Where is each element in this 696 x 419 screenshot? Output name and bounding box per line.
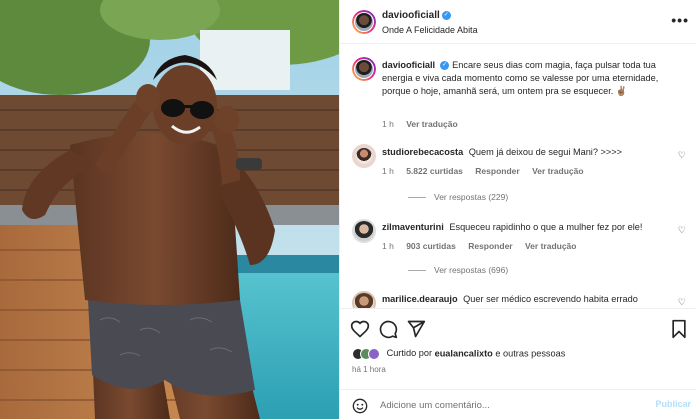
commenter-avatar[interactable] (352, 144, 376, 168)
replies-divider-line (408, 197, 426, 199)
comment-time: 1 h (382, 166, 394, 176)
add-comment-bar: Publicar (340, 389, 696, 419)
commenter-avatar[interactable] (352, 291, 376, 308)
like-comment-heart-icon[interactable]: ♡ (678, 225, 686, 236)
comment-row: marilice.dearaujo Quer ser médico escrev… (352, 291, 690, 308)
comment-translate-link[interactable]: Ver tradução (525, 241, 577, 251)
comment-username[interactable]: marilice.dearaujo (382, 294, 458, 304)
comment-row: zilmaventurini Esqueceu rapidinho o que … (352, 219, 690, 279)
author-name-row: daviooficiall ✓ (382, 10, 451, 21)
post-photo[interactable] (0, 0, 339, 419)
comment-text-block: studiorebecacosta Quem já deixou de segu… (382, 146, 672, 159)
author-username[interactable]: daviooficiall (382, 10, 440, 21)
reply-button[interactable]: Responder (468, 241, 512, 251)
post-actions-bar (340, 308, 696, 348)
author-avatar-small[interactable] (352, 57, 376, 81)
post-side-panel: daviooficiall ✓ Onde A Felicidade Abita •… (339, 0, 696, 419)
like-comment-heart-icon[interactable]: ♡ (678, 150, 686, 161)
caption-username[interactable]: daviooficiall (382, 60, 435, 70)
comment-text: Quem já deixou de segui Mani? >>>> (468, 147, 622, 157)
more-horizontal-icon[interactable]: ••• (671, 12, 689, 28)
caption-text-block: daviooficiall ✓ Encare seus dias com magia… (382, 59, 672, 98)
caption-translate-link[interactable]: Ver tradução (406, 119, 458, 129)
share-icon[interactable] (406, 319, 426, 339)
replies-divider-line (408, 270, 426, 272)
view-replies-link[interactable]: Ver respostas (229) (408, 192, 508, 202)
comment-likes-count[interactable]: 903 curtidas (406, 241, 456, 251)
post-header: daviooficiall ✓ Onde A Felicidade Abita •… (340, 0, 696, 44)
liked-by-suffix[interactable]: e outras pessoas (495, 348, 565, 358)
comment-input[interactable] (380, 397, 640, 413)
comment-row: studiorebecacosta Quem já deixou de segu… (352, 144, 690, 204)
save-bookmark-icon[interactable] (669, 319, 689, 339)
liker-avatar[interactable] (368, 348, 380, 360)
publish-button[interactable]: Publicar (655, 399, 691, 409)
instagram-post-view: daviooficiall ✓ Onde A Felicidade Abita •… (0, 0, 696, 419)
comment-username[interactable]: zilmaventurini (382, 222, 444, 232)
comment-text-block: zilmaventurini Esqueceu rapidinho o que … (382, 221, 672, 234)
reply-button[interactable]: Responder (475, 166, 519, 176)
caption-row: daviooficiall ✓ Encare seus dias com magia… (352, 57, 690, 137)
comment-text: Quer ser médico escrevendo habita errado (463, 294, 638, 304)
view-replies-label[interactable]: Ver respostas (696) (434, 265, 508, 275)
emoji-icon[interactable] (352, 398, 368, 414)
comment-time: 1 h (382, 241, 394, 251)
verified-badge-icon: ✓ (440, 61, 450, 71)
liked-by-prefix: Curtido por (386, 348, 433, 359)
photo-illustration (0, 0, 339, 419)
comment-username[interactable]: studiorebecacosta (382, 147, 463, 157)
view-replies-label[interactable]: Ver respostas (229) (434, 192, 508, 202)
author-avatar[interactable] (352, 10, 376, 34)
heart-icon[interactable] (350, 319, 370, 339)
comment-translate-link[interactable]: Ver tradução (532, 166, 584, 176)
verified-badge-icon: ✓ (441, 11, 451, 21)
comment-likes-count[interactable]: 5.822 curtidas (406, 166, 463, 176)
view-replies-link[interactable]: Ver respostas (696) (408, 265, 508, 275)
comment-meta: 1 h 903 curtidas Responder Ver tradução (382, 241, 586, 251)
like-comment-heart-icon[interactable]: ♡ (678, 297, 686, 308)
liked-by-row: Curtido por eualancalixto e outras pesso… (352, 348, 565, 362)
comment-text-block: marilice.dearaujo Quer ser médico escrev… (382, 293, 672, 306)
caption-meta: 1 h Ver tradução (382, 119, 468, 129)
caption-time: 1 h (382, 119, 394, 129)
comment-text: Esqueceu rapidinho o que a mulher fez po… (449, 222, 643, 232)
commenter-avatar[interactable] (352, 219, 376, 243)
comments-list[interactable]: daviooficiall ✓ Encare seus dias com magia… (340, 44, 696, 308)
comment-meta: 1 h 5.822 curtidas Responder Ver traduçã… (382, 166, 594, 176)
liked-by-user[interactable]: eualancalixto (435, 348, 493, 358)
post-location[interactable]: Onde A Felicidade Abita (382, 25, 478, 35)
comment-icon[interactable] (378, 319, 398, 339)
post-time-ago[interactable]: há 1 hora (352, 365, 386, 374)
